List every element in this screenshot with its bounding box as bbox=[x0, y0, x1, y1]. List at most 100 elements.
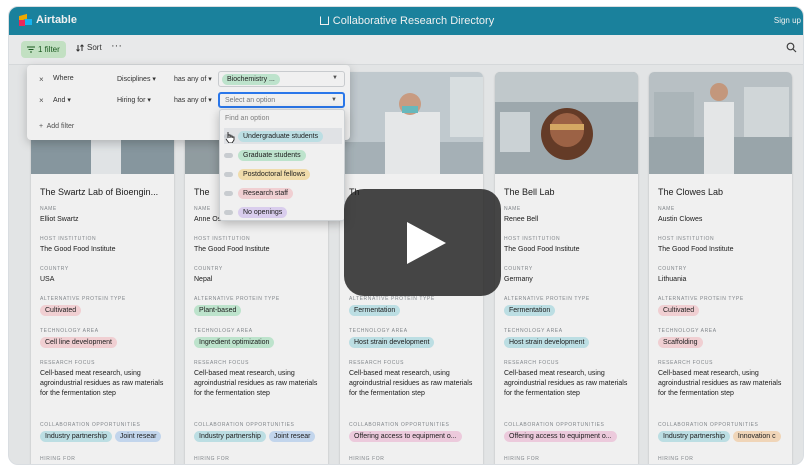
option-item[interactable]: Research staff bbox=[224, 185, 342, 201]
option-item[interactable]: Undergraduate students bbox=[224, 128, 342, 144]
field-tech: TECHNOLOGY AREA Host strain development bbox=[504, 328, 632, 348]
record-card[interactable]: The Clowes Lab NAME Austin Clowes HOST IN… bbox=[649, 72, 792, 464]
view-toolbar: 1 filter Sort ··· bbox=[9, 35, 803, 65]
field-host: HOST INSTITUTION The Good Food Institute bbox=[194, 236, 322, 255]
country: Germany bbox=[504, 276, 533, 283]
toggle-icon bbox=[224, 152, 233, 158]
field-name: NAME Elliot Swartz bbox=[40, 206, 168, 225]
collab-chip: Joint resear bbox=[268, 431, 316, 442]
value-select[interactable]: Biochemistry ... ▼ bbox=[218, 71, 345, 87]
field-host: HOST INSTITUTION The Good Food Institute bbox=[504, 236, 632, 255]
more-options-button[interactable]: ··· bbox=[111, 40, 122, 52]
option-dropdown: Find an option Undergraduate students Gr… bbox=[219, 109, 345, 221]
chevron-down-icon: ▾ bbox=[152, 76, 156, 83]
lab-photo bbox=[495, 72, 638, 174]
field-collab: COLLABORATION OPPORTUNITIES Industry part… bbox=[658, 422, 786, 442]
sort-button[interactable]: Sort bbox=[76, 43, 102, 52]
research-focus: Cell-based meat research, using agroindu… bbox=[194, 370, 318, 397]
protein-type-chip: Plant-based bbox=[194, 305, 242, 316]
lead-name: Austin Clowes bbox=[658, 216, 703, 223]
toggle-icon bbox=[224, 171, 233, 177]
chevron-down-icon: ▾ bbox=[208, 76, 212, 83]
lead-name: Elliot Swartz bbox=[40, 216, 79, 223]
tech-area-chip: Host strain development bbox=[504, 337, 590, 348]
field-select[interactable]: Disciplines ▾ bbox=[117, 75, 156, 83]
collab-chip: Joint resear bbox=[114, 431, 162, 442]
chevron-down-icon: ▼ bbox=[332, 75, 338, 81]
field-collab: COLLABORATION OPPORTUNITIES Industry part… bbox=[40, 422, 168, 442]
add-filter-button[interactable]: + Add filter bbox=[39, 123, 74, 130]
field-focus: RESEARCH FOCUS Cell-based meat research, … bbox=[658, 360, 786, 399]
option-item[interactable]: No openings bbox=[224, 204, 342, 220]
collab-chip: Industry partnership bbox=[40, 431, 112, 442]
field-focus: RESEARCH FOCUS Cell-based meat research, … bbox=[349, 360, 477, 399]
toggle-icon bbox=[224, 190, 233, 196]
field-hiring: HIRING FOR bbox=[504, 456, 540, 462]
remove-condition-button[interactable]: × bbox=[39, 75, 44, 84]
chevron-down-icon: ▾ bbox=[147, 97, 151, 104]
collab-chip: Offering access to equipment o... bbox=[349, 431, 462, 442]
filter-button[interactable]: 1 filter bbox=[21, 41, 66, 58]
remove-condition-button[interactable]: × bbox=[39, 96, 44, 105]
lead-name: Renee Bell bbox=[504, 216, 539, 223]
card-title: The Clowes Lab bbox=[658, 187, 724, 197]
plus-icon: + bbox=[39, 123, 44, 130]
option-item[interactable]: Graduate students bbox=[224, 147, 342, 163]
host-institution: The Good Food Institute bbox=[194, 246, 270, 253]
option-search-input[interactable]: Find an option bbox=[223, 113, 341, 125]
field-collab: COLLABORATION OPPORTUNITIES Offering acce… bbox=[504, 422, 632, 442]
play-button[interactable] bbox=[344, 189, 501, 296]
field-country: COUNTRY Germany bbox=[504, 266, 632, 285]
collab-chip: Industry partnership bbox=[658, 431, 730, 442]
tech-area-chip: Host strain development bbox=[349, 337, 435, 348]
card-title: The Swartz Lab of Bioengin... bbox=[40, 187, 159, 197]
chevron-down-icon: ▾ bbox=[208, 97, 212, 104]
lab-photo bbox=[649, 72, 792, 174]
base-icon bbox=[319, 16, 329, 25]
country: Nepal bbox=[194, 276, 213, 283]
country: Lithuania bbox=[658, 276, 687, 283]
operator-select[interactable]: has any of ▾ bbox=[174, 96, 212, 104]
field-focus: RESEARCH FOCUS Cell-based meat research, … bbox=[40, 360, 168, 399]
field-protein: ALTERNATIVE PROTEIN TYPE Fermentation bbox=[349, 296, 435, 316]
field-country: COUNTRY Nepal bbox=[194, 266, 322, 285]
field-select[interactable]: Hiring for ▾ bbox=[117, 96, 151, 104]
top-bar: Airtable Collaborative Research Director… bbox=[9, 7, 803, 35]
field-country: COUNTRY Lithuania bbox=[658, 266, 786, 285]
field-hiring: HIRING FOR bbox=[194, 456, 230, 462]
tech-area-chip: Scaffolding bbox=[658, 337, 703, 348]
operator-select[interactable]: has any of ▾ bbox=[174, 75, 212, 83]
field-protein: ALTERNATIVE PROTEIN TYPE Cultivated bbox=[40, 296, 126, 316]
toggle-icon bbox=[224, 209, 233, 215]
record-card[interactable]: The Bell Lab NAME Renee Bell HOST INSTITU… bbox=[495, 72, 638, 464]
field-tech: TECHNOLOGY AREA Scaffolding bbox=[658, 328, 717, 348]
option-item[interactable]: Postdoctoral fellows bbox=[224, 166, 342, 182]
value-placeholder: Select an option bbox=[225, 97, 276, 104]
value-chip: Biochemistry ... bbox=[222, 74, 280, 85]
field-host: HOST INSTITUTION The Good Food Institute bbox=[658, 236, 786, 255]
collab-chip: Offering access to equipment o... bbox=[504, 431, 617, 442]
search-icon[interactable] bbox=[786, 42, 797, 53]
protein-type-chip: Cultivated bbox=[658, 305, 700, 316]
chevron-down-icon: ▼ bbox=[331, 97, 337, 103]
research-focus: Cell-based meat research, using agroindu… bbox=[349, 370, 473, 397]
field-tech: TECHNOLOGY AREA Host strain development bbox=[349, 328, 477, 348]
field-hiring: HIRING FOR bbox=[40, 456, 76, 462]
signup-link[interactable]: Sign up bbox=[774, 16, 801, 25]
field-tech: TECHNOLOGY AREA Cell line development bbox=[40, 328, 168, 348]
field-tech: TECHNOLOGY AREA Ingredient optimization bbox=[194, 328, 322, 348]
play-icon bbox=[407, 222, 446, 264]
sort-icon bbox=[76, 43, 84, 52]
field-protein: ALTERNATIVE PROTEIN TYPE Cultivated bbox=[658, 296, 744, 316]
field-focus: RESEARCH FOCUS Cell-based meat research, … bbox=[504, 360, 632, 399]
page-title: Collaborative Research Directory bbox=[9, 15, 803, 27]
field-collab: COLLABORATION OPPORTUNITIES Industry part… bbox=[194, 422, 322, 442]
field-protein: ALTERNATIVE PROTEIN TYPE Plant-based bbox=[194, 296, 280, 316]
value-select[interactable]: Select an option ▼ bbox=[218, 92, 345, 108]
protein-type-chip: Fermentation bbox=[504, 305, 556, 316]
filter-condition-row: × And ▾ Hiring for ▾ has any of ▾ Select… bbox=[27, 92, 350, 110]
lab-photo bbox=[340, 72, 483, 174]
conjunction-select[interactable]: And ▾ bbox=[53, 96, 71, 104]
host-institution: The Good Food Institute bbox=[504, 246, 580, 253]
filter-button-label: 1 filter bbox=[38, 45, 60, 54]
